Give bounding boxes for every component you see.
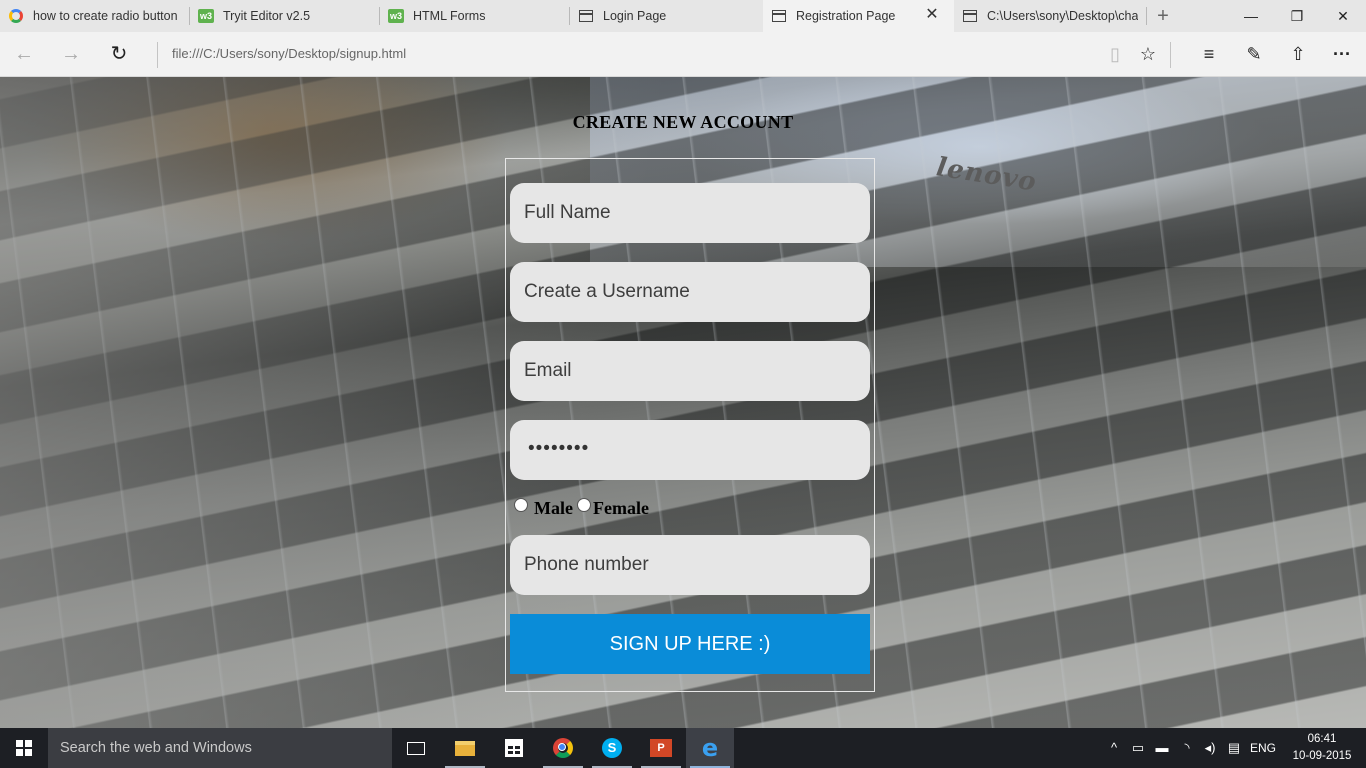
volume-icon[interactable]: ◂) (1199, 728, 1221, 768)
tab-label: Registration Page (796, 9, 896, 23)
address-bar: ← → ↻ file:///C:/Users/sony/Desktop/sign… (0, 32, 1366, 77)
tab-label: C:\Users\sony\Desktop\cha (987, 9, 1139, 23)
favorite-star-icon[interactable]: ☆ (1132, 38, 1164, 70)
tab-registration-page[interactable]: Registration Page ✕ (763, 0, 954, 32)
web-note-icon[interactable]: ✎ (1238, 38, 1270, 70)
w3schools-icon: w3 (198, 9, 214, 23)
refresh-icon[interactable]: ↻ (103, 38, 135, 70)
phone-number-input[interactable] (510, 535, 870, 595)
minimize-button[interactable]: — (1228, 0, 1274, 32)
clock-date: 10-09-2015 (1292, 750, 1352, 762)
input-language-indicator[interactable]: ENG (1247, 728, 1279, 768)
tablet-mode-icon[interactable]: ▭ (1128, 728, 1148, 768)
password-masked-value: •••••••• (528, 438, 590, 459)
windows-logo-icon (16, 740, 32, 756)
action-center-icon[interactable]: ▤ (1223, 728, 1245, 768)
wifi-icon[interactable]: ◝ (1176, 728, 1198, 768)
windows-taskbar: Search the web and Windows S P e ^ ▭ ▬ ◝… (0, 728, 1366, 768)
clock-time: 06:41 (1307, 733, 1337, 745)
store-icon[interactable] (490, 728, 538, 768)
skype-icon[interactable]: S (588, 728, 636, 768)
taskbar-clock[interactable]: 06:41 10-09-2015 (1282, 731, 1362, 765)
back-arrow-icon[interactable]: ← (8, 38, 40, 70)
edge-icon[interactable]: e (686, 728, 734, 768)
page-icon (578, 8, 594, 24)
tab-label: Tryit Editor v2.5 (223, 9, 311, 23)
new-tab-button[interactable]: + (1150, 0, 1176, 32)
show-hidden-icons-chevron-icon[interactable]: ^ (1104, 728, 1124, 768)
battery-icon[interactable]: ▬ (1152, 728, 1172, 768)
forward-arrow-icon[interactable]: → (55, 38, 87, 70)
username-input[interactable] (510, 262, 870, 322)
female-radio[interactable] (576, 498, 591, 512)
tab-label: HTML Forms (413, 9, 486, 23)
email-input[interactable] (510, 341, 870, 401)
tab-how-to-create-radio-button[interactable]: how to create radio button (0, 0, 190, 32)
page-content: lenovo CREATE NEW ACCOUNT •••••••• Male … (0, 77, 1366, 728)
tab-desktop-path[interactable]: C:\Users\sony\Desktop\cha (954, 0, 1147, 32)
gender-radio-group: Male Female (514, 494, 649, 519)
tab-label: Login Page (603, 9, 667, 23)
tab-login-page[interactable]: Login Page (570, 0, 763, 32)
page-icon (962, 8, 978, 24)
start-button[interactable] (0, 728, 48, 768)
tab-strip: how to create radio button w3 Tryit Edit… (0, 0, 1366, 32)
chrome-icon[interactable] (539, 728, 587, 768)
hub-icon[interactable]: ≡ (1193, 38, 1225, 70)
powerpoint-icon[interactable]: P (637, 728, 685, 768)
url-field[interactable]: file:///C:/Users/sony/Desktop/signup.htm… (172, 46, 406, 61)
file-explorer-icon[interactable] (441, 728, 489, 768)
full-name-input[interactable] (510, 183, 870, 243)
tab-html-forms[interactable]: w3 HTML Forms (380, 0, 570, 32)
reading-view-icon[interactable]: ▯ (1099, 38, 1131, 70)
more-options-icon[interactable]: ··· (1326, 38, 1358, 70)
w3schools-icon: w3 (388, 9, 404, 23)
registration-form: •••••••• Male Female SIGN UP HERE :) (505, 158, 875, 692)
tab-tryit-editor[interactable]: w3 Tryit Editor v2.5 (190, 0, 380, 32)
close-window-button[interactable]: ✕ (1320, 0, 1366, 32)
taskbar-search-box[interactable]: Search the web and Windows (48, 728, 392, 768)
task-view-icon[interactable] (392, 728, 440, 768)
tab-label: how to create radio button (33, 9, 178, 23)
female-label: Female (592, 498, 649, 518)
male-label: Male (534, 498, 573, 518)
restore-button[interactable]: ❐ (1274, 0, 1320, 32)
share-icon[interactable]: ⇧ (1282, 38, 1314, 70)
page-icon (771, 8, 787, 24)
sign-up-button[interactable]: SIGN UP HERE :) (510, 614, 870, 674)
google-icon (8, 8, 24, 24)
close-tab-icon[interactable]: ✕ (924, 7, 940, 23)
male-radio[interactable] (514, 498, 528, 512)
password-input[interactable]: •••••••• (510, 420, 870, 480)
page-title: CREATE NEW ACCOUNT (572, 112, 794, 132)
